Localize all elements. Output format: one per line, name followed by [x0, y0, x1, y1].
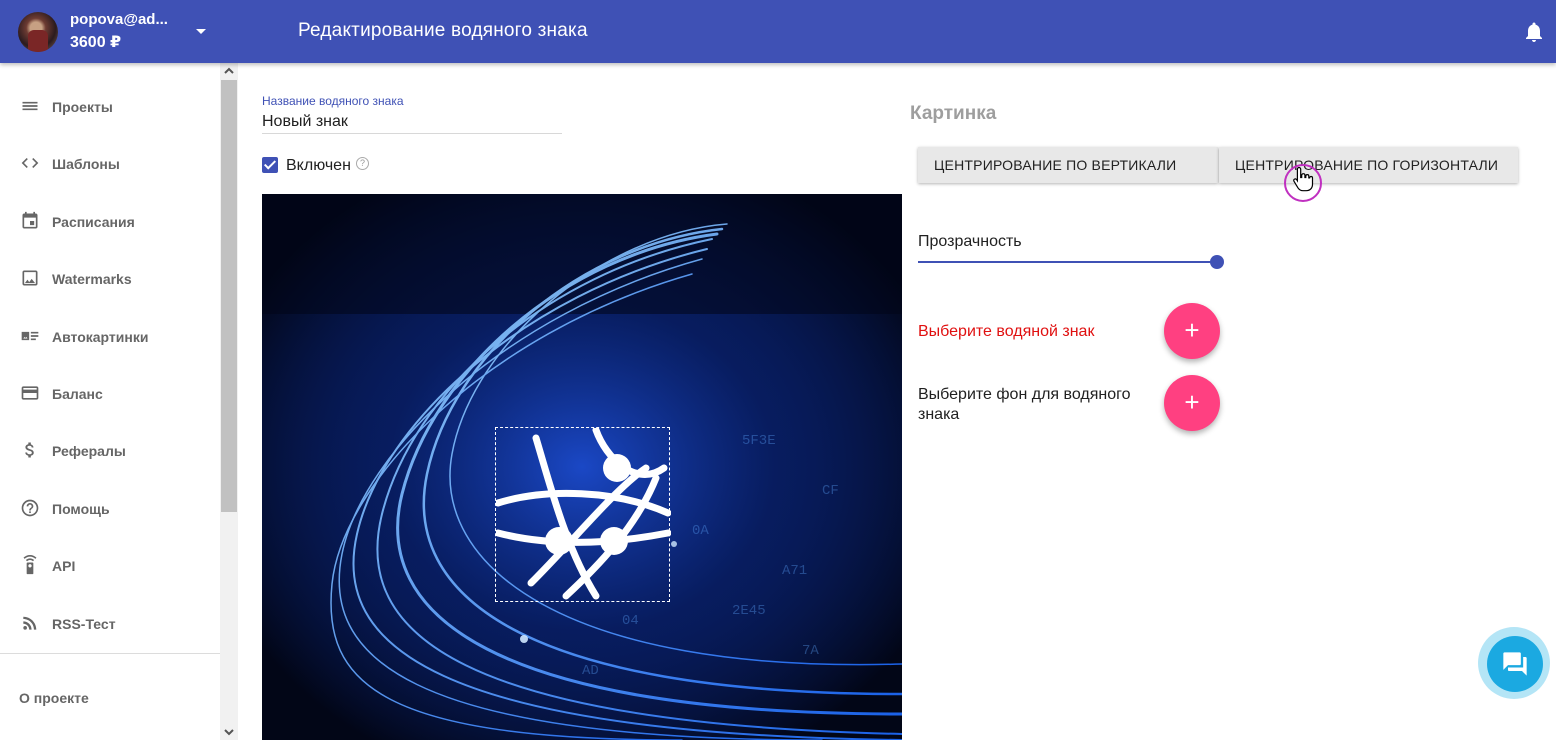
sidebar-item-label: API: [52, 558, 76, 575]
rss-icon: [20, 613, 40, 633]
select-watermark-label: Выберите водяной знак: [918, 323, 1095, 340]
user-email: popova@ad...: [70, 11, 168, 28]
opacity-slider[interactable]: [918, 261, 1217, 263]
svg-text:AD: AD: [582, 663, 599, 679]
enabled-label: Включен: [286, 157, 351, 174]
watermark-overlay[interactable]: [495, 427, 671, 602]
code-icon: [20, 153, 40, 173]
sidebar-item-help[interactable]: Помощь: [0, 480, 220, 537]
calendar-icon: [20, 211, 40, 231]
picture-section-title: Картинка: [910, 103, 997, 124]
scroll-up-icon[interactable]: [220, 63, 238, 79]
help-icon: [20, 498, 40, 518]
svg-text:7A: 7A: [802, 643, 819, 659]
svg-text:0A: 0A: [692, 523, 709, 539]
hand-cursor-icon: [1292, 166, 1314, 192]
sidebar-item-rss-test[interactable]: RSS-Тест: [0, 595, 220, 652]
sidebar-nav: Проекты Шаблоны Расписания Watermarks Ав…: [0, 78, 220, 652]
chat-widget-button[interactable]: [1487, 636, 1543, 692]
svg-text:2E45: 2E45: [732, 603, 766, 619]
sidebar-item-label: Watermarks: [52, 271, 132, 288]
remote-icon: [20, 555, 40, 575]
center-horizontal-button[interactable]: ЦЕНТРИРОВАНИЕ ПО ГОРИЗОНТАЛИ: [1219, 147, 1518, 183]
sidebar-item-templates[interactable]: Шаблоны: [0, 135, 220, 192]
watermark-name-label: Название водяного знака: [262, 94, 404, 108]
svg-text:5F3E: 5F3E: [742, 433, 776, 449]
sidebar-item-projects[interactable]: Проекты: [0, 78, 220, 135]
sidebar-item-autopictures[interactable]: Автокартинки: [0, 308, 220, 365]
add-background-button[interactable]: +: [1164, 375, 1220, 431]
sidebar-item-label: Баланс: [52, 385, 103, 402]
sidebar-divider: [0, 653, 220, 654]
sidebar-item-api[interactable]: API: [0, 537, 220, 594]
enabled-checkbox[interactable]: [262, 157, 278, 173]
image-icon: [20, 268, 40, 288]
center-vertical-button[interactable]: ЦЕНТРИРОВАНИЕ ПО ВЕРТИКАЛИ: [918, 147, 1218, 183]
svg-text:A71: A71: [782, 563, 807, 579]
sidebar-about-link[interactable]: О проекте: [19, 690, 89, 706]
dollar-icon: [20, 440, 40, 460]
list-icon: [20, 96, 40, 116]
user-balance: 3600 ₽: [70, 34, 122, 51]
bell-icon[interactable]: [1522, 20, 1546, 44]
opacity-slider-thumb[interactable]: [1210, 255, 1224, 269]
sidebar-scrollbar-thumb[interactable]: [221, 80, 237, 512]
sidebar-item-label: Проекты: [52, 99, 113, 115]
top-app-bar: popova@ad... 3600 ₽ Редактирование водян…: [0, 0, 1556, 63]
opacity-label: Прозрачность: [918, 233, 1022, 250]
sidebar-item-label: Автокартинки: [52, 328, 149, 345]
sidebar-item-schedules[interactable]: Расписания: [0, 193, 220, 250]
sidebar-item-label: Расписания: [52, 213, 135, 230]
add-watermark-button[interactable]: +: [1164, 303, 1220, 359]
sidebar-item-watermarks[interactable]: Watermarks: [0, 250, 220, 307]
sidebar-item-label: Шаблоны: [52, 156, 120, 173]
sidebar-item-label: Рефералы: [52, 443, 126, 460]
sidebar-item-referrals[interactable]: Рефералы: [0, 422, 220, 479]
sidebar-item-balance[interactable]: Баланс: [0, 365, 220, 422]
watermark-name-input[interactable]: [262, 110, 562, 134]
watermark-preview-image: 5F3E 0A A71 2E45 CF 04 7A AD: [262, 194, 902, 740]
picture-text-icon: [20, 326, 40, 346]
sidebar-item-label: Помощь: [52, 500, 110, 517]
page-title: Редактирование водяного знака: [298, 20, 588, 41]
scroll-down-icon[interactable]: [220, 724, 238, 740]
svg-text:CF: CF: [822, 483, 839, 499]
user-menu-dropdown-icon[interactable]: [190, 22, 212, 42]
sidebar-item-label: RSS-Тест: [52, 615, 116, 632]
chat-icon: [1503, 652, 1527, 676]
avatar[interactable]: [18, 12, 58, 52]
credit-card-icon: [20, 383, 40, 403]
sidebar: Проекты Шаблоны Расписания Watermarks Ав…: [0, 63, 238, 740]
select-background-label: Выберите фон для водяного знака: [918, 386, 1131, 423]
svg-text:04: 04: [622, 613, 639, 629]
help-tooltip-icon[interactable]: ?: [356, 157, 369, 170]
